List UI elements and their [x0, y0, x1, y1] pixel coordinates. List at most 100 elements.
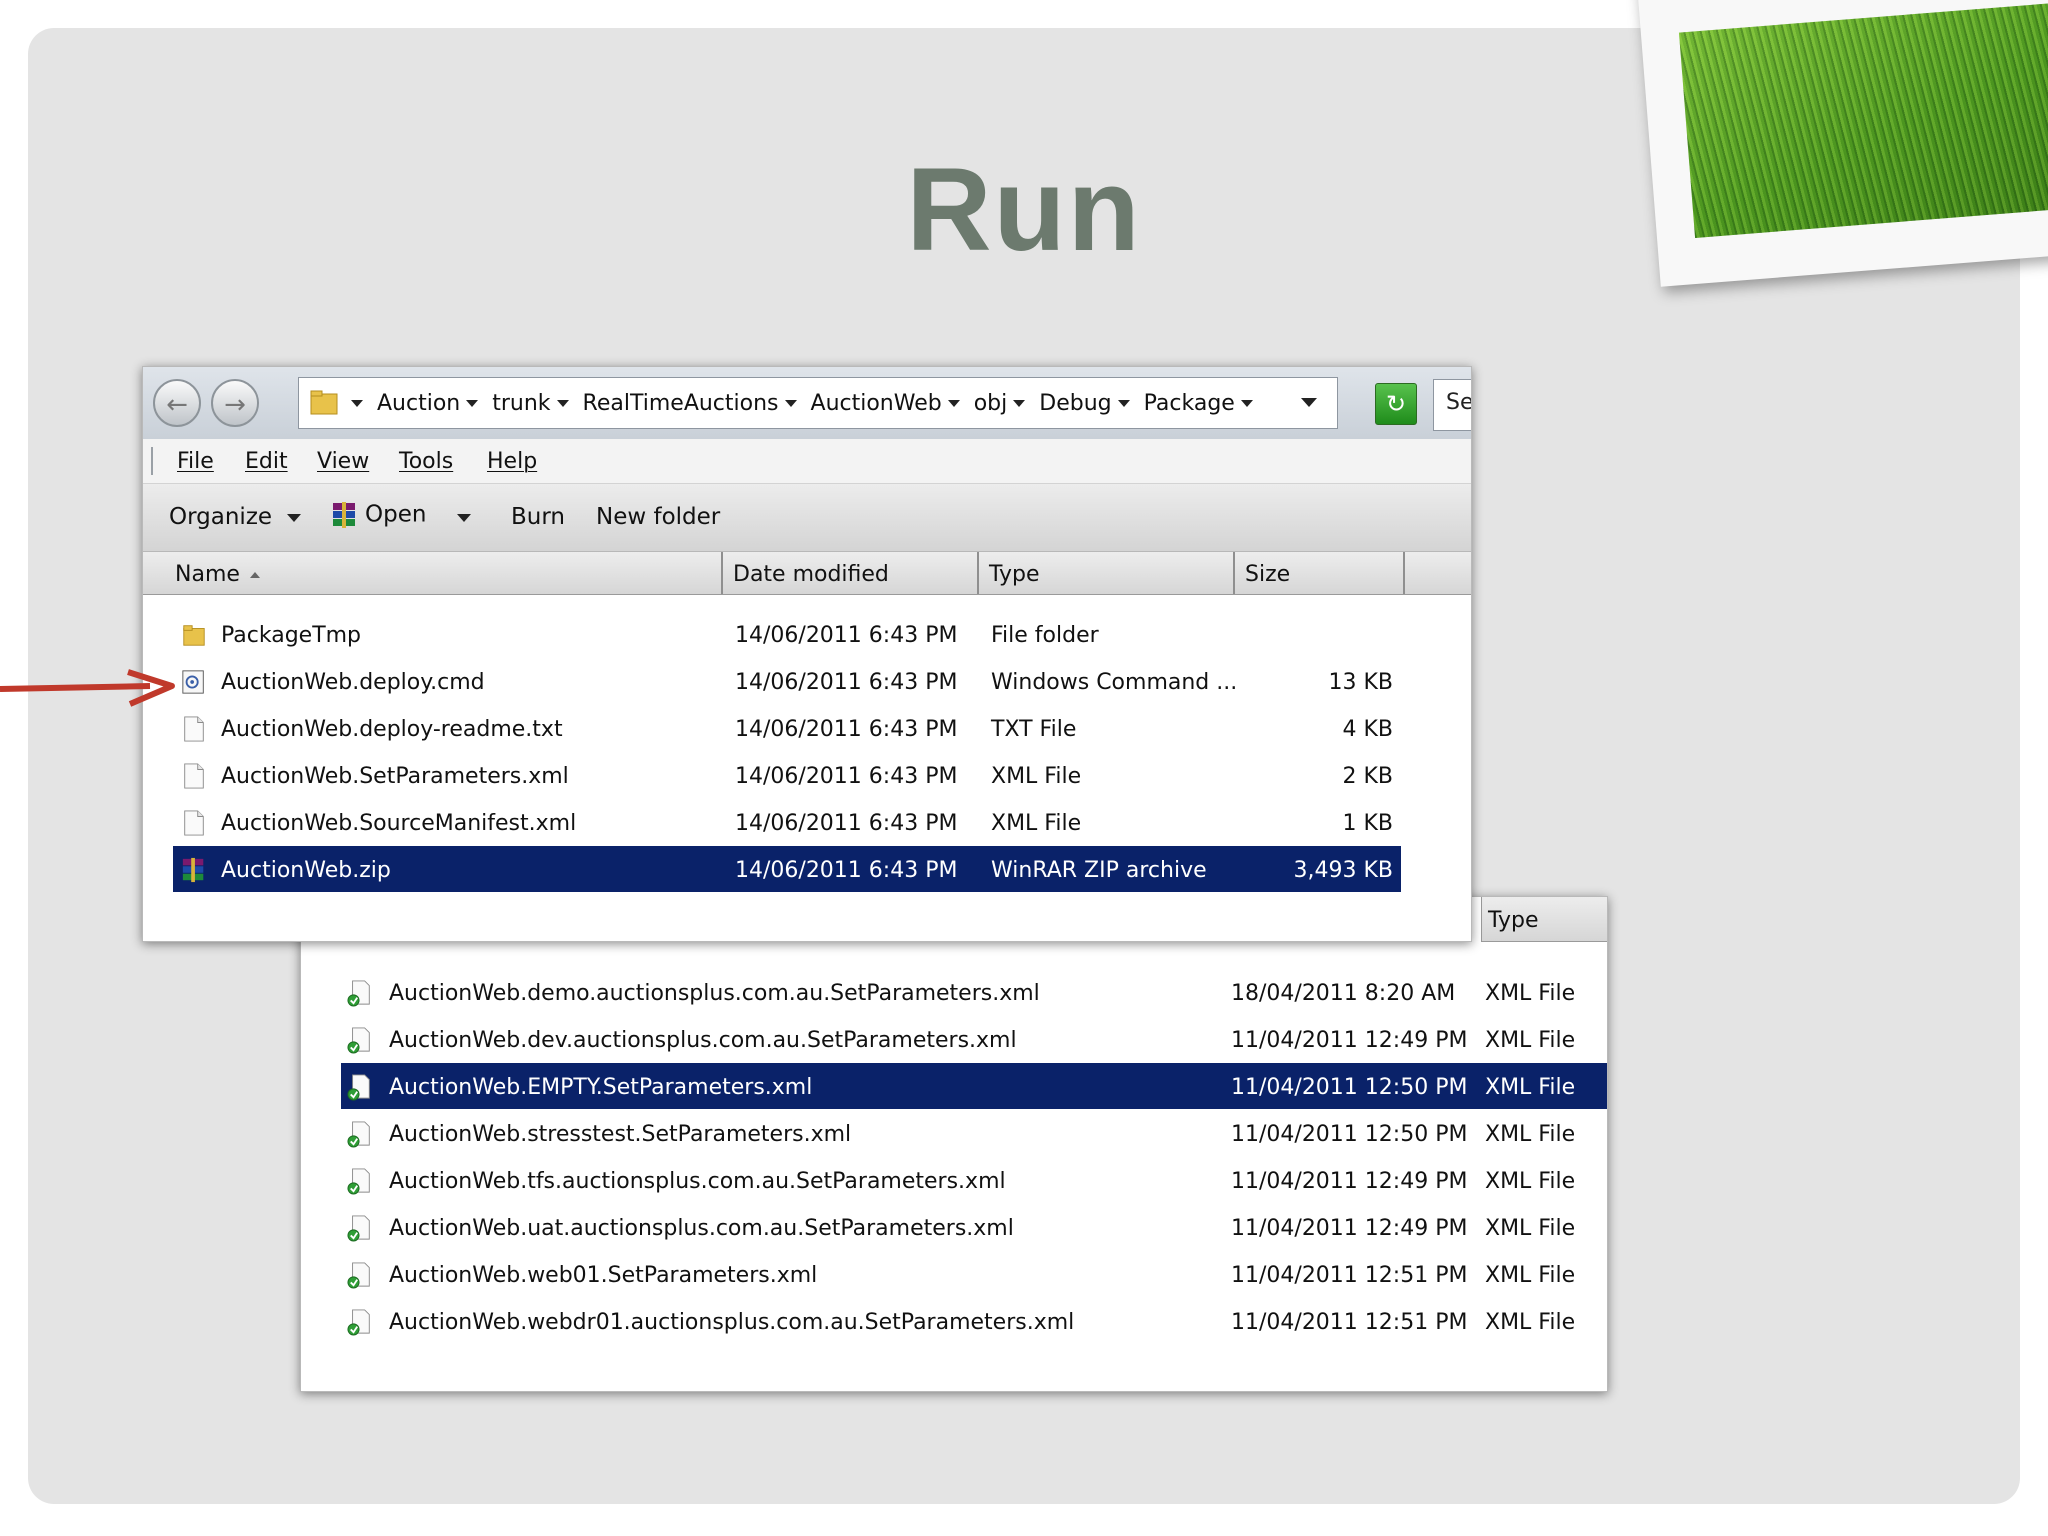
open-dropdown-button[interactable] — [457, 504, 471, 530]
folder-icon — [310, 390, 338, 415]
breadcrumb-item[interactable]: Debug — [1039, 391, 1111, 416]
file-row[interactable]: AuctionWeb.SourceManifest.xml 14/06/2011 … — [173, 799, 1401, 845]
organize-label: Organize — [169, 504, 273, 530]
file-date: 14/06/2011 6:43 PM — [735, 811, 958, 836]
text-file-icon — [184, 716, 204, 742]
date-column-header[interactable]: Date modified — [733, 562, 889, 587]
parameters-file-list: Type AuctionWeb.demo.auctionsplus.com.au… — [300, 896, 1608, 1392]
breadcrumb-separator-icon[interactable] — [1013, 399, 1026, 407]
file-date: 18/04/2011 8:20 AM — [1231, 981, 1456, 1006]
file-name: AuctionWeb.SourceManifest.xml — [221, 811, 577, 836]
address-bar[interactable]: Auction trunk RealTimeAuctions AuctionWeb ob… — [298, 377, 1338, 429]
parameter-file-row[interactable]: AuctionWeb.demo.auctionsplus.com.au.SetP… — [341, 969, 1607, 1015]
parameter-file-row[interactable]: AuctionWeb.uat.auctionsplus.com.au.SetPa… — [341, 1204, 1607, 1250]
column-divider[interactable] — [721, 552, 723, 594]
breadcrumb-separator-icon[interactable] — [784, 399, 797, 407]
parameter-file-row[interactable]: AuctionWeb.webdr01.auctionsplus.com.au.S… — [341, 1298, 1607, 1344]
file-name: AuctionWeb.stresstest.SetParameters.xml — [389, 1122, 852, 1147]
breadcrumb-separator-icon[interactable] — [1117, 399, 1130, 407]
file-date: 11/04/2011 12:49 PM — [1231, 1028, 1468, 1053]
menu-tools[interactable]: Tools — [399, 449, 453, 474]
menu-view[interactable]: View — [317, 449, 369, 474]
column-divider[interactable] — [977, 552, 979, 594]
file-date: 14/06/2011 6:43 PM — [735, 623, 958, 648]
file-name: AuctionWeb.SetParameters.xml — [221, 764, 569, 789]
breadcrumb-item[interactable]: trunk — [492, 391, 550, 416]
file-type: XML File — [1485, 1263, 1576, 1288]
file-date: 11/04/2011 12:49 PM — [1231, 1216, 1468, 1241]
file-name: PackageTmp — [221, 623, 362, 648]
winrar-icon — [182, 857, 204, 883]
winrar-icon — [333, 502, 355, 528]
organize-button[interactable]: Organize — [169, 504, 301, 530]
file-name: AuctionWeb.deploy.cmd — [221, 670, 485, 695]
open-label: Open — [365, 501, 427, 528]
explorer-window: ← → Auction trunk RealTimeAuctions AuctionW… — [142, 366, 1472, 942]
file-row[interactable]: AuctionWeb.deploy-readme.txt 14/06/2011 6… — [173, 705, 1401, 751]
file-type: XML File — [1485, 981, 1576, 1006]
parameter-file-row[interactable]: AuctionWeb.web01.SetParameters.xml 11/04/… — [341, 1251, 1607, 1297]
file-name: AuctionWeb.dev.auctionsplus.com.au.SetPa… — [389, 1028, 1017, 1053]
menu-help[interactable]: Help — [487, 449, 537, 474]
refresh-icon[interactable]: ↻ — [1375, 383, 1417, 425]
column-divider[interactable] — [1233, 552, 1235, 594]
size-column-header[interactable]: Size — [1245, 562, 1290, 587]
file-type: File folder — [991, 623, 1099, 648]
type-column-header[interactable]: Type — [1481, 897, 1607, 942]
parameter-file-row[interactable]: AuctionWeb.dev.auctionsplus.com.au.SetPa… — [341, 1016, 1607, 1062]
file-row[interactable]: AuctionWeb.zip 14/06/2011 6:43 PM WinRAR Z… — [173, 846, 1401, 892]
file-type: TXT File — [991, 717, 1077, 742]
forward-arrow-icon[interactable]: → — [211, 379, 259, 427]
xml-check-icon — [347, 1074, 370, 1101]
text-file-icon — [184, 763, 204, 789]
name-column-header[interactable]: Name — [175, 562, 260, 587]
xml-check-icon — [347, 1309, 370, 1336]
file-date: 11/04/2011 12:50 PM — [1231, 1122, 1468, 1147]
file-row[interactable]: AuctionWeb.deploy.cmd 14/06/2011 6:43 PM W… — [173, 658, 1401, 704]
file-row[interactable]: AuctionWeb.SetParameters.xml 14/06/2011 6… — [173, 752, 1401, 798]
file-name: AuctionWeb.webdr01.auctionsplus.com.au.S… — [389, 1310, 1075, 1335]
file-row[interactable]: PackageTmp 14/06/2011 6:43 PM File folder — [173, 611, 1401, 657]
breadcrumb-item[interactable]: RealTimeAuctions — [583, 391, 779, 416]
file-date: 11/04/2011 12:49 PM — [1231, 1169, 1468, 1194]
name-column-label: Name — [175, 562, 240, 587]
file-size: 4 KB — [1342, 717, 1393, 742]
file-size: 2 KB — [1342, 764, 1393, 789]
file-name: AuctionWeb.deploy-readme.txt — [221, 717, 563, 742]
menu-edit[interactable]: Edit — [245, 449, 288, 474]
breadcrumb-separator-icon[interactable] — [466, 399, 479, 407]
xml-check-icon — [347, 1168, 370, 1195]
file-size: 3,493 KB — [1293, 858, 1394, 883]
back-arrow-icon[interactable]: ← — [153, 379, 201, 427]
search-input[interactable]: Se — [1433, 379, 1471, 431]
burn-button[interactable]: Burn — [511, 504, 565, 530]
parameter-file-row[interactable]: AuctionWeb.stresstest.SetParameters.xml 1… — [341, 1110, 1607, 1156]
file-name: AuctionWeb.demo.auctionsplus.com.au.SetP… — [389, 981, 1040, 1006]
breadcrumb-separator-icon[interactable] — [1240, 399, 1253, 407]
menu-bar: File Edit View Tools Help — [143, 439, 1471, 484]
xml-check-icon — [347, 1027, 370, 1054]
column-divider[interactable] — [1403, 552, 1405, 594]
breadcrumb-separator-icon[interactable] — [556, 399, 569, 407]
breadcrumb-separator-icon[interactable] — [947, 399, 960, 407]
address-dropdown-icon[interactable] — [1301, 398, 1317, 407]
open-button[interactable]: Open — [329, 500, 426, 530]
breadcrumb-item[interactable]: Auction — [377, 391, 460, 416]
breadcrumb-separator-icon[interactable] — [351, 399, 363, 407]
breadcrumb-item[interactable]: Package — [1144, 391, 1235, 416]
parameter-file-row[interactable]: AuctionWeb.tfs.auctionsplus.com.au.SetPa… — [341, 1157, 1607, 1203]
menu-file[interactable]: File — [177, 449, 214, 474]
type-column-header[interactable]: Type — [989, 562, 1040, 587]
parameter-file-row[interactable]: AuctionWeb.EMPTY.SetParameters.xml 11/04/… — [341, 1063, 1607, 1109]
breadcrumb-item[interactable]: obj — [974, 391, 1008, 416]
file-type: XML File — [1485, 1310, 1576, 1335]
text-file-icon — [184, 810, 204, 836]
new-folder-button[interactable]: New folder — [596, 504, 720, 530]
file-type: XML File — [1485, 1216, 1576, 1241]
chevron-down-icon — [457, 513, 471, 522]
navigation-bar: ← → Auction trunk RealTimeAuctions AuctionW… — [143, 367, 1471, 440]
column-headers: Name Date modified Type Size — [143, 552, 1471, 595]
breadcrumb-item[interactable]: AuctionWeb — [811, 391, 942, 416]
chevron-down-icon — [286, 513, 301, 522]
file-type: XML File — [1485, 1028, 1576, 1053]
